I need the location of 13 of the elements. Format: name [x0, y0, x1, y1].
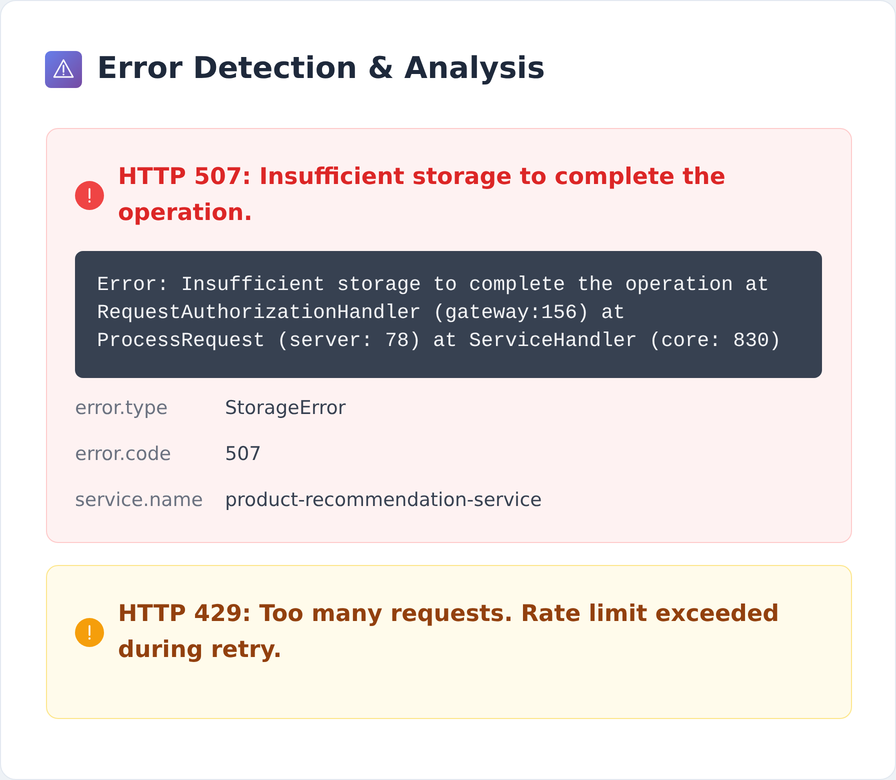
- attribute-key: error.type: [75, 394, 225, 422]
- stack-trace: Error: Insufficient storage to complete the operation at RequestAuthorizationHandler (gateway:156) at ProcessRequest (server: 78) at ServiceHandler (core: 830): [75, 251, 822, 378]
- exclamation-icon: [75, 618, 104, 646]
- warning-icon: [45, 50, 82, 88]
- alert-title: HTTP 507: Insufficient storage to complete the operation.: [118, 163, 727, 228]
- attribute-key: service.name: [75, 486, 225, 514]
- attribute-key: error.code: [75, 440, 225, 468]
- attribute-value: StorageError: [225, 396, 347, 421]
- alert-title: HTTP 429: Too many requests. Rate limit exceeded during retry.: [118, 600, 780, 665]
- attribute-value: 507: [225, 442, 262, 467]
- attribute-value: product-recommendation-service: [225, 488, 543, 513]
- page-title: Error Detection & Analysis: [97, 50, 545, 88]
- exclamation-icon: [75, 180, 104, 210]
